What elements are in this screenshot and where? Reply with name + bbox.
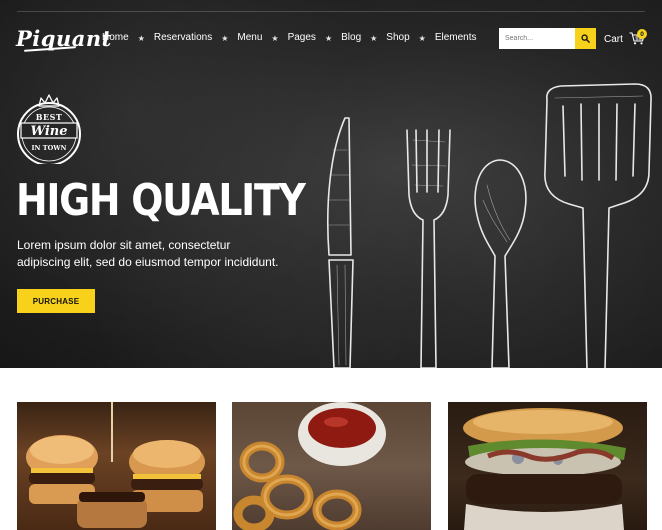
- star-separator-icon: ★: [370, 34, 378, 43]
- utensils-chalk-illustration: [327, 83, 652, 368]
- search-button[interactable]: [575, 28, 596, 49]
- star-separator-icon: ★: [137, 34, 145, 43]
- nav-item-elements[interactable]: Elements: [435, 32, 477, 43]
- food-photo: [463, 408, 626, 530]
- cart-count-badge: 0: [637, 29, 647, 39]
- search-box: [499, 28, 596, 49]
- hero-section: Piquant Home ★ Reservations ★ Menu ★ Pag…: [0, 0, 662, 368]
- star-separator-icon: ★: [221, 34, 229, 43]
- nav-item-blog[interactable]: Blog: [341, 32, 361, 43]
- nav-item-home[interactable]: Home: [102, 32, 129, 43]
- search-input[interactable]: [499, 28, 575, 49]
- purchase-button[interactable]: PURCHASE: [17, 289, 95, 313]
- star-separator-icon: ★: [418, 34, 426, 43]
- spatula-icon: [544, 83, 652, 368]
- top-divider: [17, 11, 645, 12]
- hero-headline: HIGH QUALITY: [16, 175, 306, 226]
- star-separator-icon: ★: [324, 34, 333, 43]
- best-wine-badge: BEST Wine IN TOWN: [17, 94, 81, 164]
- star-separator-icon: ★: [271, 34, 279, 43]
- spoon-icon: [474, 159, 527, 368]
- food-card-onion-rings[interactable]: [232, 402, 431, 530]
- food-card-bacon-burger[interactable]: [448, 402, 647, 530]
- search-icon: [581, 34, 590, 43]
- badge-text-bottom: IN TOWN: [32, 144, 67, 152]
- food-card-sliders[interactable]: [17, 402, 216, 530]
- fork-icon: [406, 129, 451, 368]
- nav-item-shop[interactable]: Shop: [386, 32, 409, 43]
- food-photo: [26, 402, 205, 528]
- nav-item-pages[interactable]: Pages: [288, 32, 316, 43]
- knife-icon: [327, 117, 354, 368]
- nav-item-menu[interactable]: Menu: [237, 32, 262, 43]
- food-photo: [233, 402, 386, 530]
- nav-item-reservations[interactable]: Reservations: [154, 32, 212, 43]
- main-nav: Home ★ Reservations ★ Menu ★ Pages ★ Blo…: [102, 32, 477, 43]
- badge-text-top: BEST: [36, 112, 63, 122]
- badge-text-middle: Wine: [30, 124, 67, 139]
- cart-label: Cart: [604, 34, 623, 45]
- hero-subtext: Lorem ipsum dolor sit amet, consectetur …: [17, 238, 279, 269]
